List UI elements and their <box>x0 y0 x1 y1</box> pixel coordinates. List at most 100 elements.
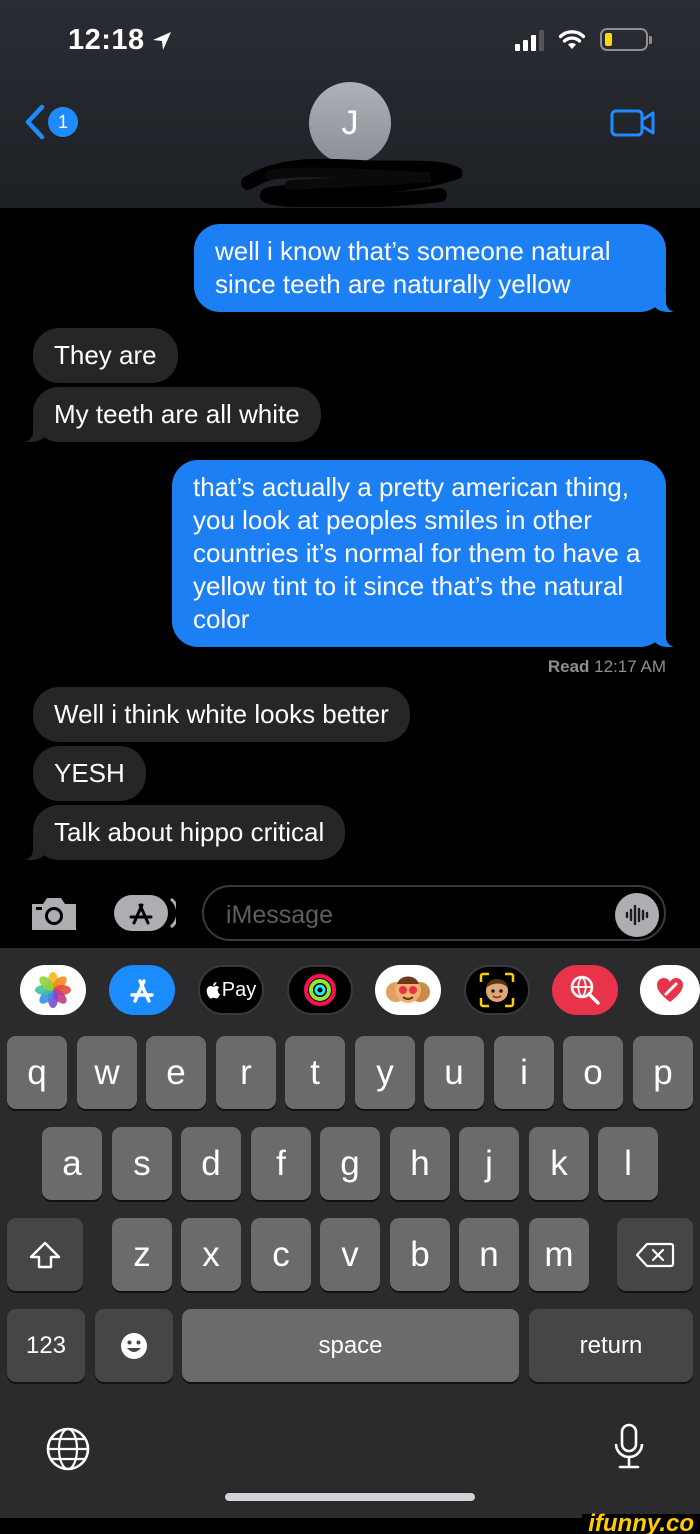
key-label: y <box>376 1052 394 1092</box>
key-label: m <box>544 1234 574 1274</box>
audio-message-button[interactable] <box>615 893 659 937</box>
contact-avatar[interactable]: J <box>309 82 391 164</box>
key-label: w <box>94 1052 120 1092</box>
message-text: that’s actually a pretty american thing,… <box>193 472 641 634</box>
key-w[interactable]: w <box>77 1036 137 1109</box>
delete-key[interactable] <box>617 1218 693 1291</box>
key-label: q <box>27 1052 47 1092</box>
key-z[interactable]: z <box>112 1218 172 1291</box>
input-placeholder: iMessage <box>226 901 333 929</box>
apple-pay-label: Pay <box>221 978 257 1001</box>
contact-initial: J <box>341 103 359 142</box>
globe-icon <box>46 1427 90 1471</box>
space-key[interactable]: space <box>182 1309 519 1382</box>
key-x[interactable]: x <box>181 1218 241 1291</box>
key-i[interactable]: i <box>494 1036 554 1109</box>
status-indicators <box>515 28 652 51</box>
photos-app-button[interactable] <box>20 965 86 1015</box>
key-j[interactable]: j <box>459 1127 519 1200</box>
digital-touch-button[interactable] <box>640 965 700 1015</box>
key-e[interactable]: e <box>146 1036 206 1109</box>
message-text: YESH <box>54 758 125 788</box>
key-label: h <box>410 1143 430 1183</box>
message-bubble-received[interactable]: My teeth are all white <box>15 387 321 442</box>
keyboard-switch-button[interactable] <box>44 1425 92 1478</box>
key-t[interactable]: t <box>285 1036 345 1109</box>
key-label: g <box>340 1143 360 1183</box>
key-label: s <box>133 1143 151 1183</box>
imessage-input[interactable]: iMessage <box>202 885 666 941</box>
key-label: k <box>550 1143 568 1183</box>
key-a[interactable]: a <box>42 1127 102 1200</box>
back-button[interactable]: 1 <box>24 104 78 140</box>
camera-icon <box>32 898 76 930</box>
key-v[interactable]: v <box>320 1218 380 1291</box>
key-label: r <box>240 1052 252 1092</box>
key-r[interactable]: r <box>216 1036 276 1109</box>
key-g[interactable]: g <box>320 1127 380 1200</box>
app-store-app-button[interactable] <box>109 965 175 1015</box>
key-label: j <box>485 1143 493 1183</box>
globe-search-icon <box>570 975 600 1005</box>
message-text: well i know that’s someone natural since… <box>215 236 611 299</box>
key-d[interactable]: d <box>181 1127 241 1200</box>
message-text: My teeth are all white <box>54 399 300 429</box>
memoji-stickers-button[interactable] <box>375 965 441 1015</box>
key-h[interactable]: h <box>390 1127 450 1200</box>
key-f[interactable]: f <box>251 1127 311 1200</box>
microphone-icon <box>614 1423 644 1469</box>
return-key[interactable]: return <box>529 1309 693 1382</box>
activity-rings-icon <box>304 974 336 1006</box>
key-s[interactable]: s <box>112 1127 172 1200</box>
key-l[interactable]: l <box>598 1127 658 1200</box>
message-bubble-received[interactable]: They are <box>33 328 178 383</box>
key-m[interactable]: m <box>529 1218 589 1291</box>
key-q[interactable]: q <box>7 1036 67 1109</box>
key-label: o <box>583 1052 603 1092</box>
message-bubble-received[interactable]: Well i think white looks better <box>33 687 410 742</box>
key-o[interactable]: o <box>563 1036 623 1109</box>
facetime-video-button[interactable] <box>610 108 656 143</box>
key-u[interactable]: u <box>424 1036 484 1109</box>
camera-button[interactable] <box>28 894 80 939</box>
key-label: l <box>624 1143 632 1183</box>
emoji-key[interactable] <box>95 1309 173 1382</box>
emoji-smiley-icon <box>121 1332 147 1359</box>
location-arrow-icon <box>152 31 171 50</box>
shift-arrow-icon <box>29 1241 61 1268</box>
key-label: 123 <box>25 1331 67 1359</box>
key-p[interactable]: p <box>633 1036 693 1109</box>
app-store-apps-button[interactable] <box>112 893 180 938</box>
key-label: e <box>166 1052 186 1092</box>
memoji-camera-button[interactable] <box>464 965 530 1015</box>
conversation-header: 12:18 1 J <box>0 0 700 208</box>
dictation-button[interactable] <box>612 1422 646 1477</box>
app-store-icon <box>114 895 180 931</box>
home-indicator[interactable] <box>225 1493 475 1501</box>
message-bubble-received[interactable]: Talk about hippo critical <box>14 805 346 860</box>
image-search-app-button[interactable] <box>552 965 618 1015</box>
key-label: d <box>201 1143 221 1183</box>
key-label: n <box>479 1234 499 1274</box>
message-bubble-sent[interactable]: that’s actually a pretty american thing,… <box>172 460 684 647</box>
numbers-key[interactable]: 123 <box>7 1309 85 1382</box>
key-label: v <box>341 1234 359 1274</box>
key-n[interactable]: n <box>459 1218 519 1291</box>
key-y[interactable]: y <box>355 1036 415 1109</box>
shift-key[interactable] <box>7 1218 83 1291</box>
message-text: Talk about hippo critical <box>54 817 325 847</box>
key-b[interactable]: b <box>390 1218 450 1291</box>
key-label: i <box>520 1052 528 1092</box>
key-label: x <box>202 1234 220 1274</box>
key-c[interactable]: c <box>251 1218 311 1291</box>
memoji-face-icon <box>479 972 515 1008</box>
activity-app-button[interactable] <box>287 965 353 1015</box>
message-bubble-sent[interactable]: well i know that’s someone natural since… <box>194 224 684 312</box>
message-bubble-received[interactable]: YESH <box>33 746 146 801</box>
app-store-logo-icon <box>130 979 154 1003</box>
apple-pay-button[interactable]: Pay <box>198 965 264 1015</box>
key-label: c <box>272 1234 290 1274</box>
key-k[interactable]: k <box>529 1127 589 1200</box>
status-bar-time: 12:18 <box>68 24 173 57</box>
battery-icon <box>600 28 652 51</box>
